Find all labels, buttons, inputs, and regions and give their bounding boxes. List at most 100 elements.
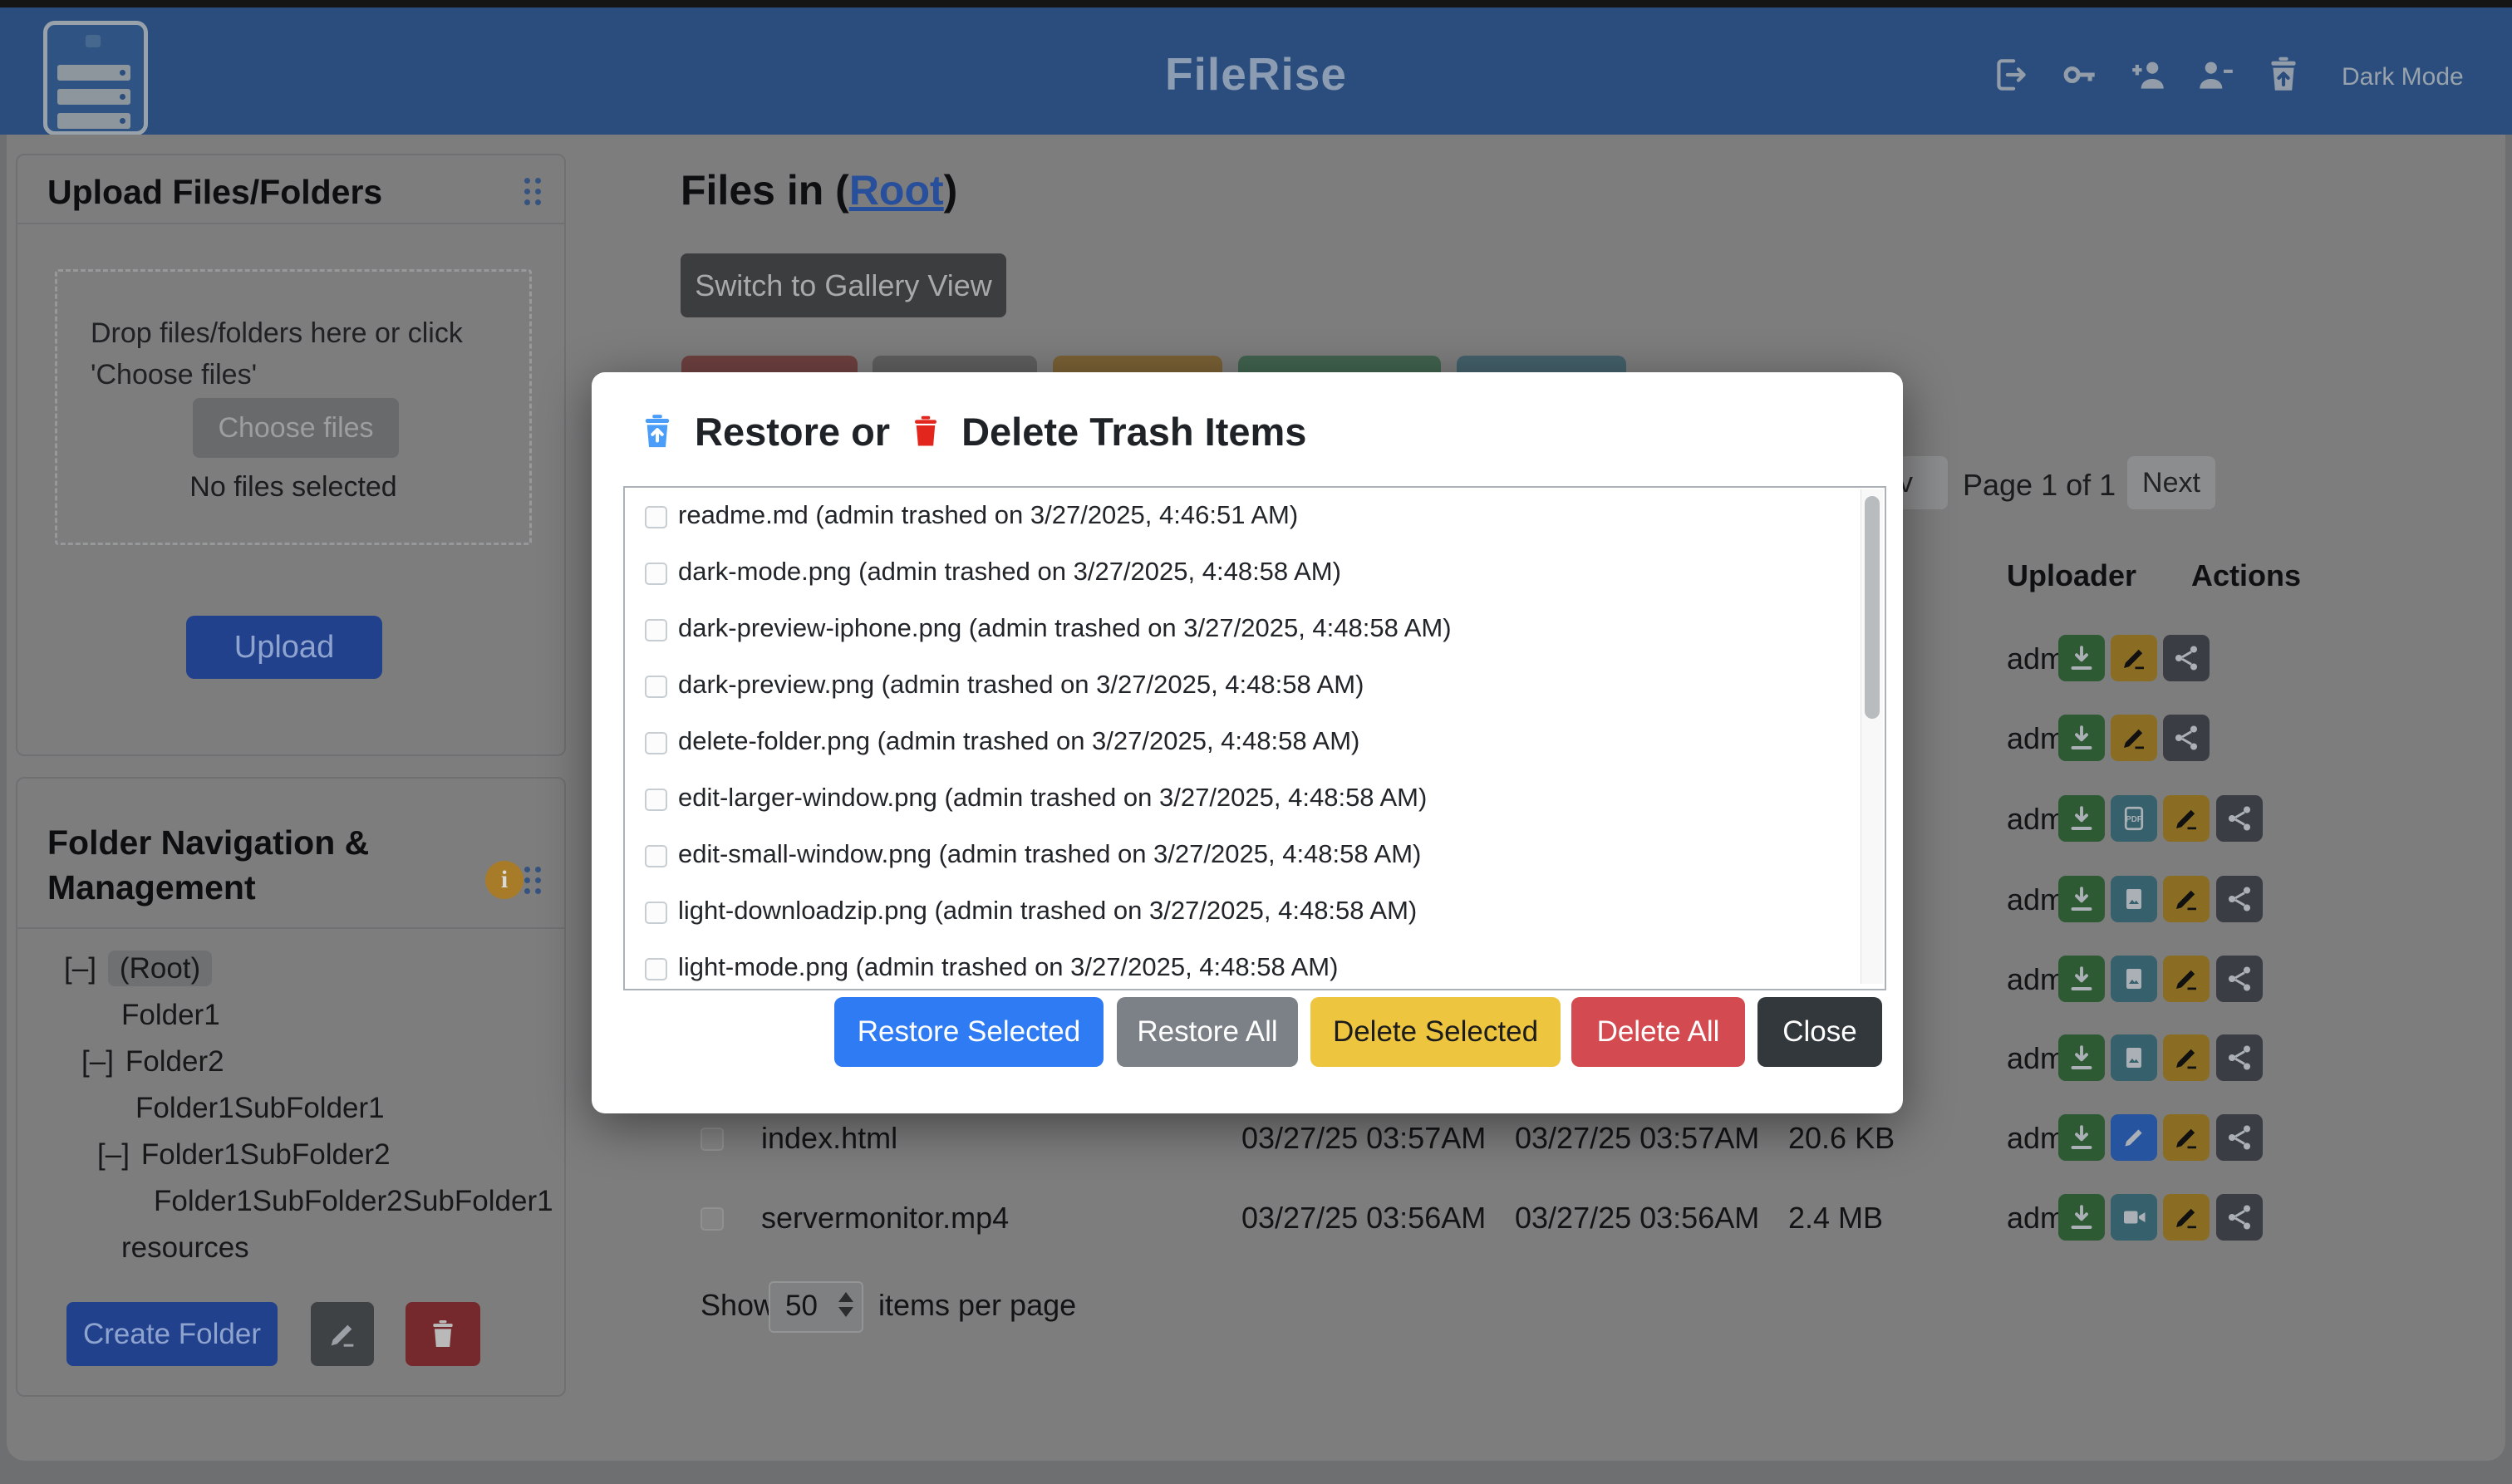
drag-handle-icon[interactable] — [524, 178, 543, 207]
share-button[interactable] — [2163, 635, 2210, 681]
trash-item[interactable]: dark-preview-iphone.png (admin trashed o… — [625, 601, 1885, 657]
folder-label-selected[interactable]: (Root) — [108, 951, 212, 986]
row-checkbox[interactable] — [701, 1207, 724, 1231]
download-button[interactable] — [2058, 876, 2105, 922]
download-button[interactable] — [2058, 635, 2105, 681]
dark-mode-toggle[interactable]: Dark Mode — [2342, 63, 2464, 91]
trash-items-list[interactable]: readme.md (admin trashed on 3/27/2025, 4… — [623, 486, 1886, 990]
restore-selected-button[interactable]: Restore Selected — [834, 997, 1104, 1067]
download-button[interactable] — [2058, 715, 2105, 761]
rename-button[interactable] — [2163, 1194, 2210, 1241]
remove-user-icon[interactable] — [2195, 54, 2236, 96]
download-button[interactable] — [2058, 795, 2105, 842]
rename-button[interactable] — [2163, 1034, 2210, 1081]
delete-all-button[interactable]: Delete All — [1571, 997, 1745, 1067]
trash-item[interactable]: light-mode.png (admin trashed on 3/27/20… — [625, 940, 1885, 990]
logout-icon[interactable] — [1990, 54, 2032, 96]
image-preview-button[interactable] — [2111, 956, 2157, 1002]
pdf-preview-button[interactable]: PDF — [2111, 795, 2157, 842]
rename-button[interactable] — [2111, 715, 2157, 761]
edit-button[interactable] — [2111, 1114, 2157, 1161]
next-page-button[interactable]: Next — [2127, 456, 2215, 509]
rename-button[interactable] — [2111, 635, 2157, 681]
download-button[interactable] — [2058, 1114, 2105, 1161]
image-preview-button[interactable] — [2111, 876, 2157, 922]
folder-tree-item[interactable]: Folder1SubFolder1 — [135, 1088, 385, 1128]
key-icon[interactable] — [2059, 54, 2101, 96]
rename-button[interactable] — [2163, 876, 2210, 922]
root-folder-link[interactable]: Root — [849, 167, 944, 214]
add-user-icon[interactable] — [2127, 54, 2169, 96]
folder-tree-item[interactable]: Folder1 — [121, 995, 220, 1035]
page-indicator: Page 1 of 1 — [1963, 468, 2116, 503]
item-checkbox[interactable] — [645, 506, 667, 528]
folder-tree-item[interactable]: Folder1SubFolder2SubFolder1 — [154, 1182, 553, 1221]
item-checkbox[interactable] — [645, 619, 667, 641]
restore-all-button[interactable]: Restore All — [1117, 997, 1298, 1067]
item-checkbox[interactable] — [645, 563, 667, 585]
share-button[interactable] — [2216, 1034, 2263, 1081]
drop-zone[interactable]: Drop files/folders here or click 'Choose… — [55, 269, 532, 545]
trash-item[interactable]: edit-small-window.png (admin trashed on … — [625, 827, 1885, 883]
share-button[interactable] — [2216, 795, 2263, 842]
video-preview-button[interactable] — [2111, 1194, 2157, 1241]
folder-tree-item[interactable]: [–]Folder1SubFolder2 — [97, 1135, 391, 1175]
download-button[interactable] — [2058, 1194, 2105, 1241]
download-button[interactable] — [2058, 1034, 2105, 1081]
download-button[interactable] — [2058, 956, 2105, 1002]
close-button[interactable]: Close — [1757, 997, 1882, 1067]
rename-button[interactable] — [2163, 1114, 2210, 1161]
trash-item[interactable]: light-downloadzip.png (admin trashed on … — [625, 883, 1885, 940]
no-files-status: No files selected — [57, 471, 529, 504]
rename-folder-button[interactable] — [311, 1302, 374, 1366]
folder-tree-item[interactable]: resources — [121, 1228, 249, 1268]
pencil-icon — [326, 1318, 359, 1351]
trash-item[interactable]: edit-larger-window.png (admin trashed on… — [625, 770, 1885, 827]
item-checkbox[interactable] — [645, 902, 667, 924]
table-row: servermonitor.mp4 03/27/25 03:56AM 03/27… — [681, 1194, 2492, 1241]
upload-button[interactable]: Upload — [186, 616, 382, 679]
folder-tree-item-root[interactable]: [–] (Root) — [64, 949, 212, 989]
trash-item[interactable]: dark-preview.png (admin trashed on 3/27/… — [625, 657, 1885, 714]
create-folder-button[interactable]: Create Folder — [66, 1302, 278, 1366]
app-header: FileRise — [0, 7, 2512, 135]
file-name[interactable]: servermonitor.mp4 — [761, 1201, 1009, 1236]
rename-button[interactable] — [2163, 956, 2210, 1002]
image-preview-button[interactable] — [2111, 1034, 2157, 1081]
collapse-toggle[interactable]: [–] — [97, 1138, 130, 1171]
folder-tree-item[interactable]: [–]Folder2 — [81, 1042, 224, 1082]
switch-gallery-view-button[interactable]: Switch to Gallery View — [681, 253, 1006, 317]
collapse-toggle[interactable]: [–] — [81, 1045, 114, 1078]
file-name[interactable]: index.html — [761, 1121, 897, 1156]
item-checkbox[interactable] — [645, 732, 667, 754]
trash-restore-icon[interactable] — [2263, 54, 2304, 96]
delete-folder-button[interactable] — [406, 1302, 480, 1366]
table-row: index.html 03/27/25 03:57AM 03/27/25 03:… — [681, 1114, 2492, 1161]
upload-panel-title: Upload Files/Folders — [47, 170, 382, 214]
column-header-uploader[interactable]: Uploader — [2007, 558, 2136, 593]
item-checkbox[interactable] — [645, 958, 667, 980]
trash-item[interactable]: dark-mode.png (admin trashed on 3/27/202… — [625, 544, 1885, 601]
scrollbar-thumb[interactable] — [1865, 496, 1880, 719]
items-per-page-select[interactable]: 50 — [769, 1281, 863, 1333]
row-checkbox[interactable] — [701, 1128, 724, 1151]
choose-files-button[interactable]: Choose files — [193, 398, 399, 458]
column-header-actions: Actions — [2191, 558, 2301, 593]
info-icon[interactable]: i — [485, 861, 524, 899]
trash-item[interactable]: delete-folder.png (admin trashed on 3/27… — [625, 714, 1885, 770]
share-button[interactable] — [2216, 956, 2263, 1002]
modal-scrollbar[interactable] — [1861, 489, 1883, 984]
rename-button[interactable] — [2163, 795, 2210, 842]
drag-handle-icon[interactable] — [524, 867, 543, 896]
collapse-toggle[interactable]: [–] — [64, 952, 96, 985]
share-button[interactable] — [2216, 876, 2263, 922]
share-button[interactable] — [2163, 715, 2210, 761]
share-button[interactable] — [2216, 1114, 2263, 1161]
item-checkbox[interactable] — [645, 676, 667, 698]
item-checkbox[interactable] — [645, 845, 667, 867]
share-button[interactable] — [2216, 1194, 2263, 1241]
delete-selected-button[interactable]: Delete Selected — [1310, 997, 1561, 1067]
trash-item[interactable]: readme.md (admin trashed on 3/27/2025, 4… — [625, 488, 1885, 544]
item-checkbox[interactable] — [645, 789, 667, 811]
spinner-arrows-icon[interactable] — [838, 1292, 853, 1317]
